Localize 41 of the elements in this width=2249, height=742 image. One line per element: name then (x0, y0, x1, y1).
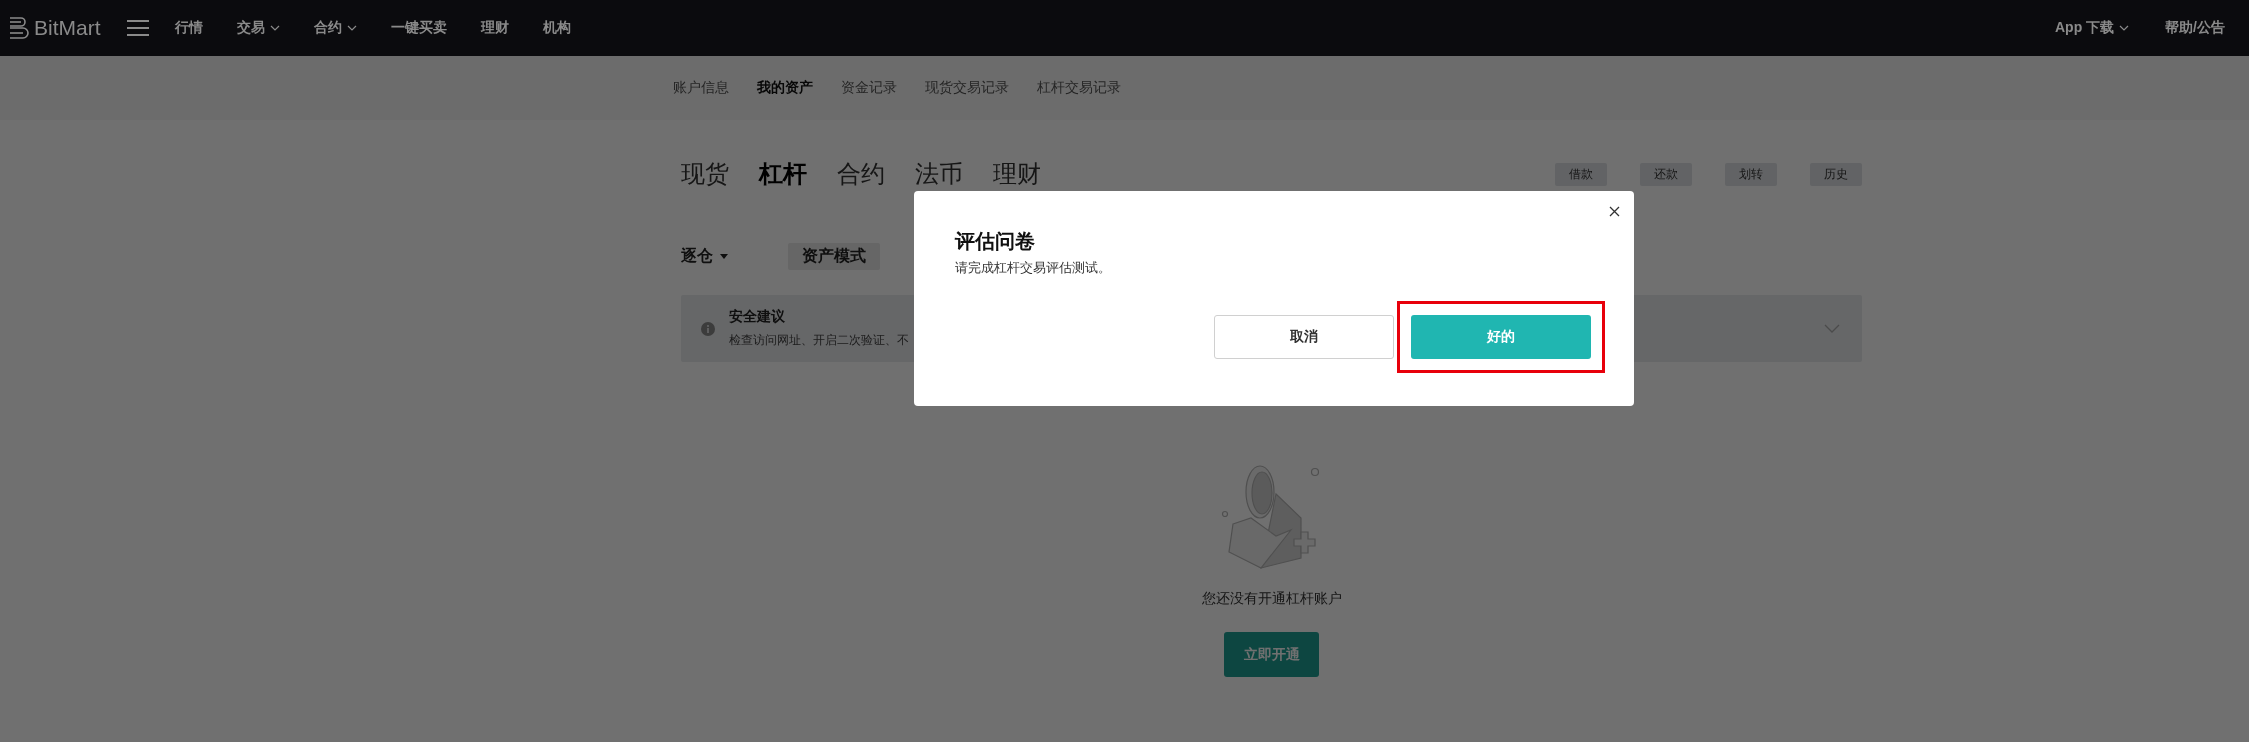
asset-tab[interactable]: 法币 (915, 158, 963, 190)
asset-mode-tab[interactable]: 资产模式 (788, 242, 880, 270)
action-button[interactable]: 还款 (1640, 162, 1692, 186)
subnav-tab[interactable]: 我的资产 (757, 79, 813, 97)
nav-item[interactable]: App 下载 (2055, 19, 2130, 37)
action-button[interactable]: 借款 (1555, 162, 1607, 186)
margin-mode-dropdown[interactable]: 逐仓 (681, 245, 728, 267)
info-icon (701, 321, 715, 336)
nav-item[interactable]: 交易 (236, 19, 280, 37)
subnav-tab[interactable]: 账户信息 (673, 79, 729, 97)
dialog-title: 评估问卷 (955, 229, 1036, 254)
asset-tab[interactable]: 合约 (837, 158, 885, 190)
asset-tab[interactable]: 现货 (681, 158, 729, 190)
caret-icon[interactable] (720, 253, 728, 259)
close-icon[interactable] (1609, 206, 1620, 217)
nav-item[interactable]: 一键买卖 (390, 19, 447, 37)
menu-icon[interactable] (126, 20, 149, 36)
nav-item[interactable]: 行情 (174, 19, 203, 37)
logo-icon (8, 15, 30, 41)
cancel-button[interactable]: 取消 (1214, 315, 1394, 359)
logo[interactable]: BitMart (34, 16, 101, 40)
chevron-down-icon[interactable] (346, 25, 357, 31)
asset-tab[interactable]: 杠杆 (759, 158, 807, 190)
action-button[interactable]: 历史 (1810, 162, 1862, 186)
dialog-message: 请完成杠杆交易评估测试。 (955, 259, 1112, 277)
nav-item[interactable]: 合约 (313, 19, 357, 37)
confirm-button[interactable]: 好的 (1411, 315, 1591, 359)
notice-title: 安全建议 (729, 308, 786, 326)
nav-item[interactable]: 机构 (542, 19, 571, 37)
subnav-tab[interactable]: 现货交易记录 (925, 79, 1009, 97)
asset-tab[interactable]: 理财 (993, 158, 1041, 190)
notice-text: 检查访问网址、开启二次验证、不 (729, 332, 909, 349)
open-account-button[interactable]: 立即开通 (1224, 632, 1319, 677)
subnav-tab[interactable]: 资金记录 (841, 79, 897, 97)
empty-message: 您还没有开通杠杆账户 (1201, 590, 1342, 608)
nav-item[interactable]: 帮助/公告 (2165, 19, 2225, 37)
action-button[interactable]: 划转 (1725, 162, 1777, 186)
chevron-down-icon[interactable] (2119, 25, 2130, 31)
nav-item[interactable]: 理财 (480, 19, 509, 37)
subnav-tab[interactable]: 杠杆交易记录 (1037, 79, 1121, 97)
chevron-down-icon[interactable] (269, 25, 280, 31)
